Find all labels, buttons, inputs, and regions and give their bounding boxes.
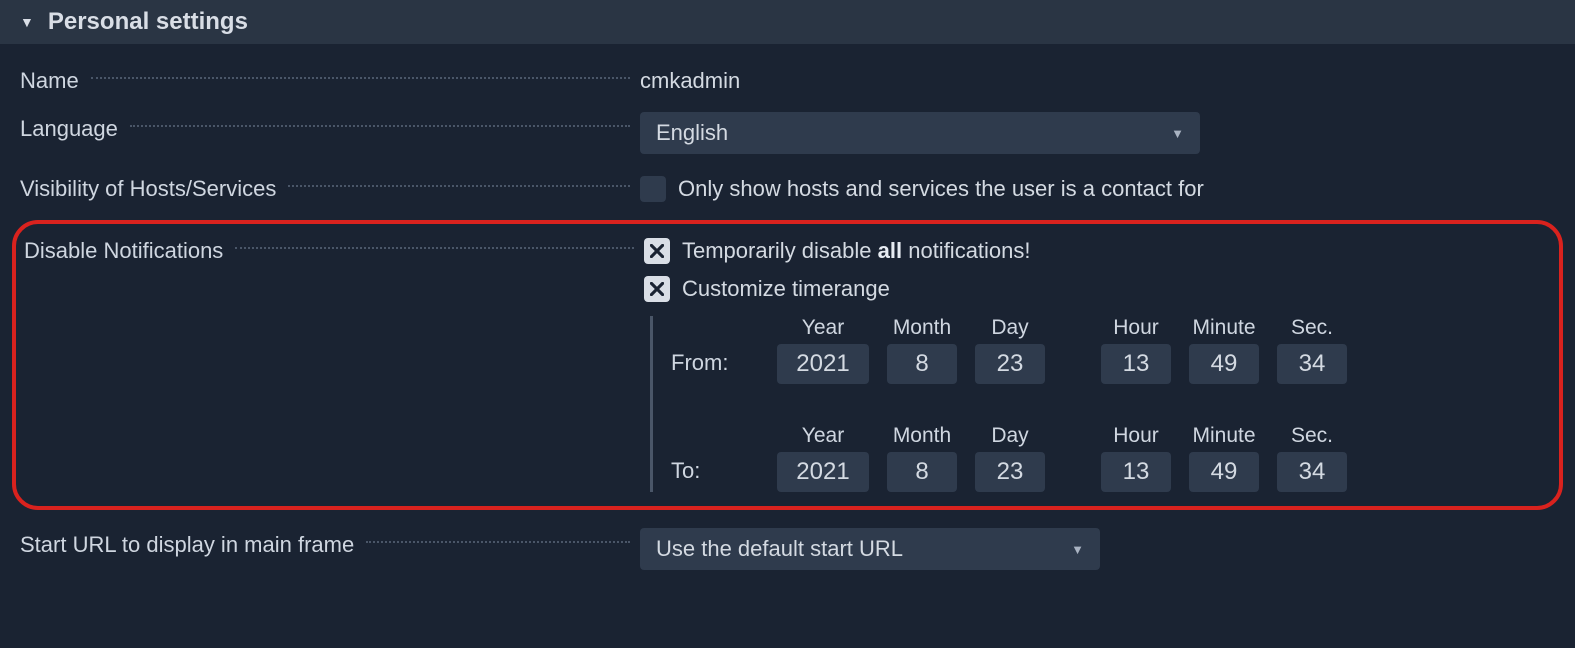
collapse-triangle-icon: ▼ [20, 14, 34, 30]
dots [130, 125, 630, 127]
from-day-input[interactable] [975, 344, 1045, 384]
from-minute-input[interactable] [1189, 344, 1259, 384]
head-year: Year [802, 424, 844, 448]
to-month-input[interactable] [887, 452, 957, 492]
row-language: Language English ▼ [20, 112, 1555, 154]
head-day: Day [991, 316, 1028, 340]
highlight-box: Disable Notifications Temporarily disabl… [12, 220, 1563, 510]
head-month: Month [893, 316, 951, 340]
to-sec-input[interactable] [1277, 452, 1347, 492]
to-time-group: Hour Minute Sec. [1101, 424, 1347, 492]
customize-timerange-option: Customize timerange [644, 272, 1551, 302]
from-hour-input[interactable] [1101, 344, 1171, 384]
customize-timerange-checkbox[interactable] [644, 276, 670, 302]
label-start-url: Start URL to display in main frame [20, 532, 354, 558]
from-sec-input[interactable] [1277, 344, 1347, 384]
language-select-value: English [656, 120, 728, 146]
language-select[interactable]: English ▼ [640, 112, 1200, 154]
caret-down-icon: ▼ [1071, 542, 1084, 557]
label-col: Language [20, 112, 640, 142]
head-day: Day [991, 424, 1028, 448]
timerange-from-row: From: Year Month Day Hour Minute Sec. [671, 316, 1551, 384]
disable-all-option: Temporarily disable all notifications! [644, 234, 1551, 264]
label-language: Language [20, 116, 118, 142]
label-col: Name [20, 64, 640, 94]
from-time-group: Hour Minute Sec. [1101, 316, 1347, 384]
to-label: To: [671, 458, 757, 492]
customize-timerange-text: Customize timerange [682, 276, 890, 302]
label-col: Visibility of Hosts/Services [20, 172, 640, 202]
head-month: Month [893, 424, 951, 448]
dots [288, 185, 630, 187]
row-name: Name cmkadmin [20, 64, 1555, 94]
head-sec: Sec. [1291, 424, 1333, 448]
row-start-url: Start URL to display in main frame Use t… [20, 528, 1555, 570]
head-minute: Minute [1192, 316, 1255, 340]
label-col: Start URL to display in main frame [20, 528, 640, 558]
label-col: Disable Notifications [24, 234, 644, 264]
form-area: Name cmkadmin Language English ▼ Visibil… [0, 44, 1575, 570]
dots [366, 541, 630, 543]
from-label: From: [671, 350, 757, 384]
from-date-group: Year Month Day [777, 316, 1045, 384]
head-sec: Sec. [1291, 316, 1333, 340]
to-year-input[interactable] [777, 452, 869, 492]
caret-down-icon: ▼ [1171, 126, 1184, 141]
row-visibility: Visibility of Hosts/Services Only show h… [20, 172, 1555, 202]
to-minute-input[interactable] [1189, 452, 1259, 492]
dots [235, 247, 634, 249]
label-disable-notifications: Disable Notifications [24, 238, 223, 264]
from-year-input[interactable] [777, 344, 869, 384]
row-disable-notifications: Disable Notifications Temporarily disabl… [24, 234, 1551, 492]
value-name: cmkadmin [640, 64, 1555, 94]
label-visibility: Visibility of Hosts/Services [20, 176, 276, 202]
timerange-block: From: Year Month Day Hour Minute Sec. [650, 316, 1551, 492]
disable-all-text: Temporarily disable all notifications! [682, 238, 1031, 264]
visibility-option: Only show hosts and services the user is… [640, 172, 1555, 202]
section-title: Personal settings [48, 8, 248, 36]
head-minute: Minute [1192, 424, 1255, 448]
timerange-to-row: To: Year Month Day Hour Minute Sec. [671, 424, 1551, 492]
visibility-option-text: Only show hosts and services the user is… [678, 176, 1204, 202]
to-day-input[interactable] [975, 452, 1045, 492]
disable-all-checkbox[interactable] [644, 238, 670, 264]
label-name: Name [20, 68, 79, 94]
from-month-input[interactable] [887, 344, 957, 384]
to-hour-input[interactable] [1101, 452, 1171, 492]
visibility-checkbox[interactable] [640, 176, 666, 202]
to-date-group: Year Month Day [777, 424, 1045, 492]
section-header[interactable]: ▼ Personal settings [0, 0, 1575, 44]
start-url-select[interactable]: Use the default start URL ▼ [640, 528, 1100, 570]
head-year: Year [802, 316, 844, 340]
dots [91, 77, 630, 79]
head-hour: Hour [1113, 424, 1159, 448]
start-url-select-value: Use the default start URL [656, 536, 903, 562]
head-hour: Hour [1113, 316, 1159, 340]
